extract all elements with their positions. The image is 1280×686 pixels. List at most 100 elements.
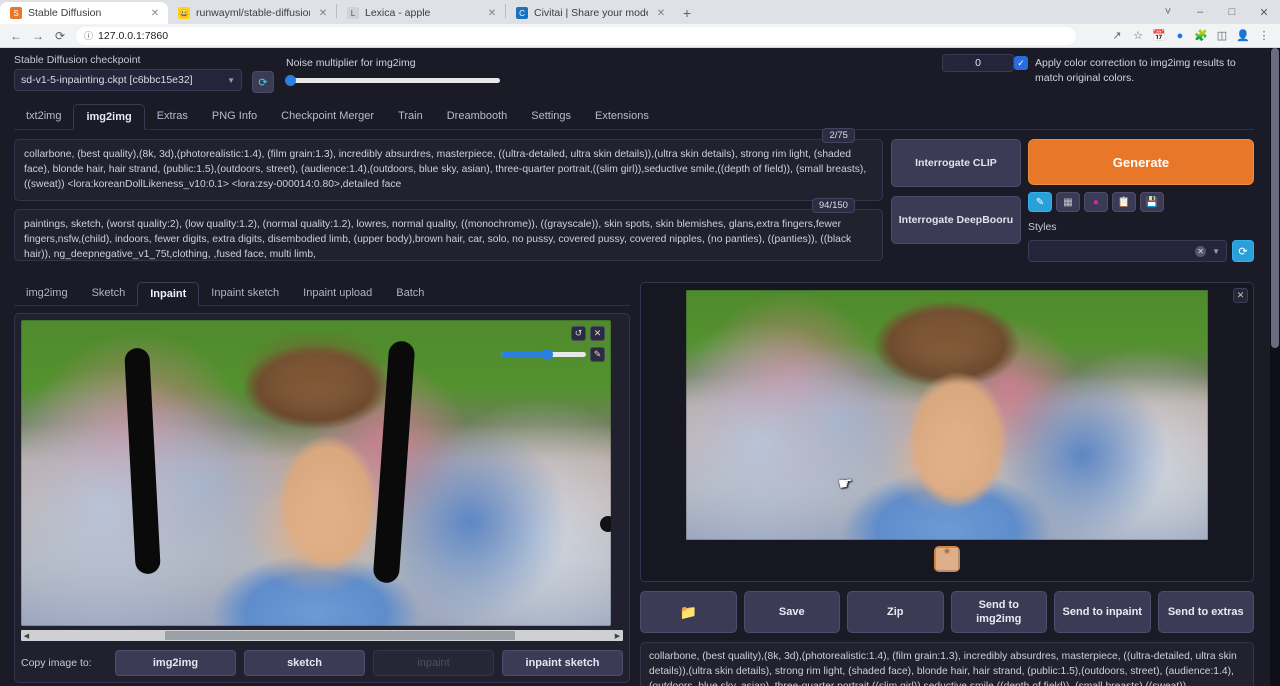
interrogate-deepbooru-button[interactable]: Interrogate DeepBooru xyxy=(890,196,1021,244)
new-tab-button[interactable]: + xyxy=(674,2,700,24)
tab-img2img[interactable]: img2img xyxy=(73,104,145,130)
save-style-icon[interactable]: 💾 xyxy=(1139,192,1164,212)
subtab-batch[interactable]: Batch xyxy=(384,282,436,305)
browser-tab-1[interactable]: 😀 runwayml/stable-diffusion-inpa ✕ xyxy=(168,2,336,24)
clear-x-icon[interactable]: ✕ xyxy=(1195,245,1207,257)
brush-size-slider[interactable] xyxy=(501,349,586,360)
zip-button[interactable]: Zip xyxy=(847,591,944,633)
tab-txt2img[interactable]: txt2img xyxy=(14,104,73,129)
browser-tab-bar: S Stable Diffusion ✕ 😀 runwayml/stable-d… xyxy=(0,0,1280,24)
minimize-icon[interactable]: – xyxy=(1184,0,1216,24)
site-info-icon[interactable]: ⓘ xyxy=(84,29,93,42)
scroll-left-arrow-icon[interactable]: ◀ xyxy=(21,632,32,640)
calendar-extension-icon[interactable]: 📅 xyxy=(1149,26,1169,46)
refresh-styles-button[interactable]: ⟳ xyxy=(1232,240,1254,262)
generate-button[interactable]: Generate xyxy=(1027,139,1254,185)
tab-settings[interactable]: Settings xyxy=(519,104,583,129)
extensions-puzzle-icon[interactable]: 🧩 xyxy=(1191,26,1211,46)
subtab-img2img[interactable]: img2img xyxy=(14,282,80,305)
send-to-img2img-button[interactable]: Send to img2img xyxy=(950,591,1047,633)
color-correction-checkbox[interactable]: ✓ xyxy=(1014,56,1028,70)
magic-wand-icon[interactable]: ● xyxy=(1083,192,1108,212)
main-tabs: txt2img img2img Extras PNG Info Checkpoi… xyxy=(14,104,1254,130)
close-icon[interactable]: ✕ xyxy=(1248,0,1280,24)
interrogate-clip-button[interactable]: Interrogate CLIP xyxy=(890,139,1021,187)
result-thumbnail[interactable] xyxy=(934,546,960,572)
paintbrush-icon[interactable]: ✎ xyxy=(1027,192,1052,212)
tab-png-info[interactable]: PNG Info xyxy=(200,104,269,129)
inpaint-canvas[interactable]: ↺ ✕ ✎ xyxy=(21,320,611,626)
subtab-sketch[interactable]: Sketch xyxy=(80,282,138,305)
clear-x-icon[interactable]: ✕ xyxy=(590,326,605,341)
side-panel-icon[interactable]: ◫ xyxy=(1212,26,1232,46)
send-to-inpaint-button[interactable]: Send to inpaint xyxy=(1054,591,1151,633)
chrome-menu-icon[interactable]: ⋮ xyxy=(1254,26,1274,46)
copy-to-img2img-button[interactable]: img2img xyxy=(115,650,236,676)
page-scrollbar-thumb[interactable] xyxy=(1271,48,1279,348)
tab-search-chevron-icon[interactable]: ˅ xyxy=(1152,0,1184,24)
save-button[interactable]: Save xyxy=(743,591,840,633)
address-bar[interactable]: ⓘ 127.0.0.1:7860 xyxy=(76,26,1076,45)
checkpoint-select[interactable]: sd-v1-5-inpainting.ckpt [c6bbc15e32] ▼ xyxy=(14,69,242,91)
share-icon[interactable]: ↗ xyxy=(1107,26,1127,46)
styles-label: Styles xyxy=(1027,221,1057,233)
browser-toolbar: ← → ⟳ ⓘ 127.0.0.1:7860 ↗ ☆ 📅 ● 🧩 ◫ 👤 ⋮ xyxy=(0,24,1280,48)
reload-icon[interactable]: ⟳ xyxy=(50,26,70,46)
source-image xyxy=(21,320,611,626)
noise-multiplier-input[interactable]: 0 xyxy=(942,54,1014,72)
lower-split: img2img Sketch Inpaint Inpaint sketch In… xyxy=(14,282,1254,686)
blue-circle-extension-icon[interactable]: ● xyxy=(1170,26,1190,46)
prompt-input[interactable]: collarbone, (best quality),(8k, 3d),(pho… xyxy=(14,139,883,201)
img2img-panel: img2img Sketch Inpaint Inpaint sketch In… xyxy=(14,282,630,686)
browser-tab-2[interactable]: L Lexica - apple ✕ xyxy=(337,2,505,24)
tab-extras[interactable]: Extras xyxy=(145,104,200,129)
close-icon[interactable]: ✕ xyxy=(316,6,330,20)
clipboard-icon[interactable]: 📋 xyxy=(1111,192,1136,212)
close-icon[interactable]: ✕ xyxy=(485,6,499,20)
noise-multiplier-slider[interactable] xyxy=(285,75,500,86)
civitai-favicon: C xyxy=(516,7,528,19)
open-folder-button[interactable]: 📁 xyxy=(640,591,737,633)
copy-to-inpaint-sketch-button[interactable]: inpaint sketch xyxy=(502,650,623,676)
refresh-checkpoints-button[interactable]: ⟳ xyxy=(252,71,274,93)
tab-train[interactable]: Train xyxy=(386,104,435,129)
canvas-horizontal-scrollbar[interactable]: ◀ ▶ xyxy=(21,630,623,641)
scroll-right-arrow-icon[interactable]: ▶ xyxy=(612,632,623,640)
forward-arrow-icon[interactable]: → xyxy=(28,26,48,46)
brush-size-icon[interactable]: ✎ xyxy=(590,347,605,362)
maximize-icon[interactable]: □ xyxy=(1216,0,1248,24)
result-image[interactable]: ☛ xyxy=(686,290,1208,540)
brush-size-row: ✎ xyxy=(501,347,605,362)
browser-tab-0[interactable]: S Stable Diffusion ✕ xyxy=(0,2,168,24)
browser-tab-3[interactable]: C Civitai | Share your models ✕ xyxy=(506,2,674,24)
send-to-extras-button[interactable]: Send to extras xyxy=(1157,591,1254,633)
subtab-inpaint-sketch[interactable]: Inpaint sketch xyxy=(199,282,291,305)
tab-dreambooth[interactable]: Dreambooth xyxy=(435,104,520,129)
slider-knob[interactable] xyxy=(541,349,553,360)
negative-prompt-input[interactable]: paintings, sketch, (worst quality:2), (l… xyxy=(14,209,883,261)
slider-knob[interactable] xyxy=(285,75,296,86)
subtab-inpaint[interactable]: Inpaint xyxy=(137,282,200,306)
undo-icon[interactable]: ↺ xyxy=(571,326,586,341)
back-arrow-icon[interactable]: ← xyxy=(6,26,26,46)
close-icon[interactable]: ✕ xyxy=(654,6,668,20)
canvas-tools: ↺ ✕ xyxy=(571,326,605,341)
styles-dropdown[interactable]: ✕ ▼ xyxy=(1027,240,1227,262)
profile-avatar-icon[interactable]: 👤 xyxy=(1233,26,1253,46)
scrollbar-thumb[interactable] xyxy=(165,631,515,640)
tab-checkpoint-merger[interactable]: Checkpoint Merger xyxy=(269,104,386,129)
close-x-icon[interactable]: ✕ xyxy=(1233,288,1248,303)
subtab-inpaint-upload[interactable]: Inpaint upload xyxy=(291,282,384,305)
copy-to-sketch-button[interactable]: sketch xyxy=(244,650,365,676)
close-icon[interactable]: ✕ xyxy=(148,6,162,20)
result-gallery: ✕ ☛ xyxy=(640,282,1254,582)
bookmark-star-icon[interactable]: ☆ xyxy=(1128,26,1148,46)
interrogate-column: Interrogate CLIP Interrogate DeepBooru xyxy=(890,139,1021,269)
page-scrollbar[interactable] xyxy=(1270,48,1280,686)
checkpoint-block: Stable Diffusion checkpoint sd-v1-5-inpa… xyxy=(14,54,242,91)
negative-prompt-wrapper: 94/150 paintings, sketch, (worst quality… xyxy=(14,198,883,261)
trash-icon[interactable]: ▦ xyxy=(1055,192,1080,212)
checkpoint-value: sd-v1-5-inpainting.ckpt [c6bbc15e32] xyxy=(21,74,193,86)
tab-extensions[interactable]: Extensions xyxy=(583,104,661,129)
styles-row: ✕ ▼ ⟳ xyxy=(1027,240,1254,262)
